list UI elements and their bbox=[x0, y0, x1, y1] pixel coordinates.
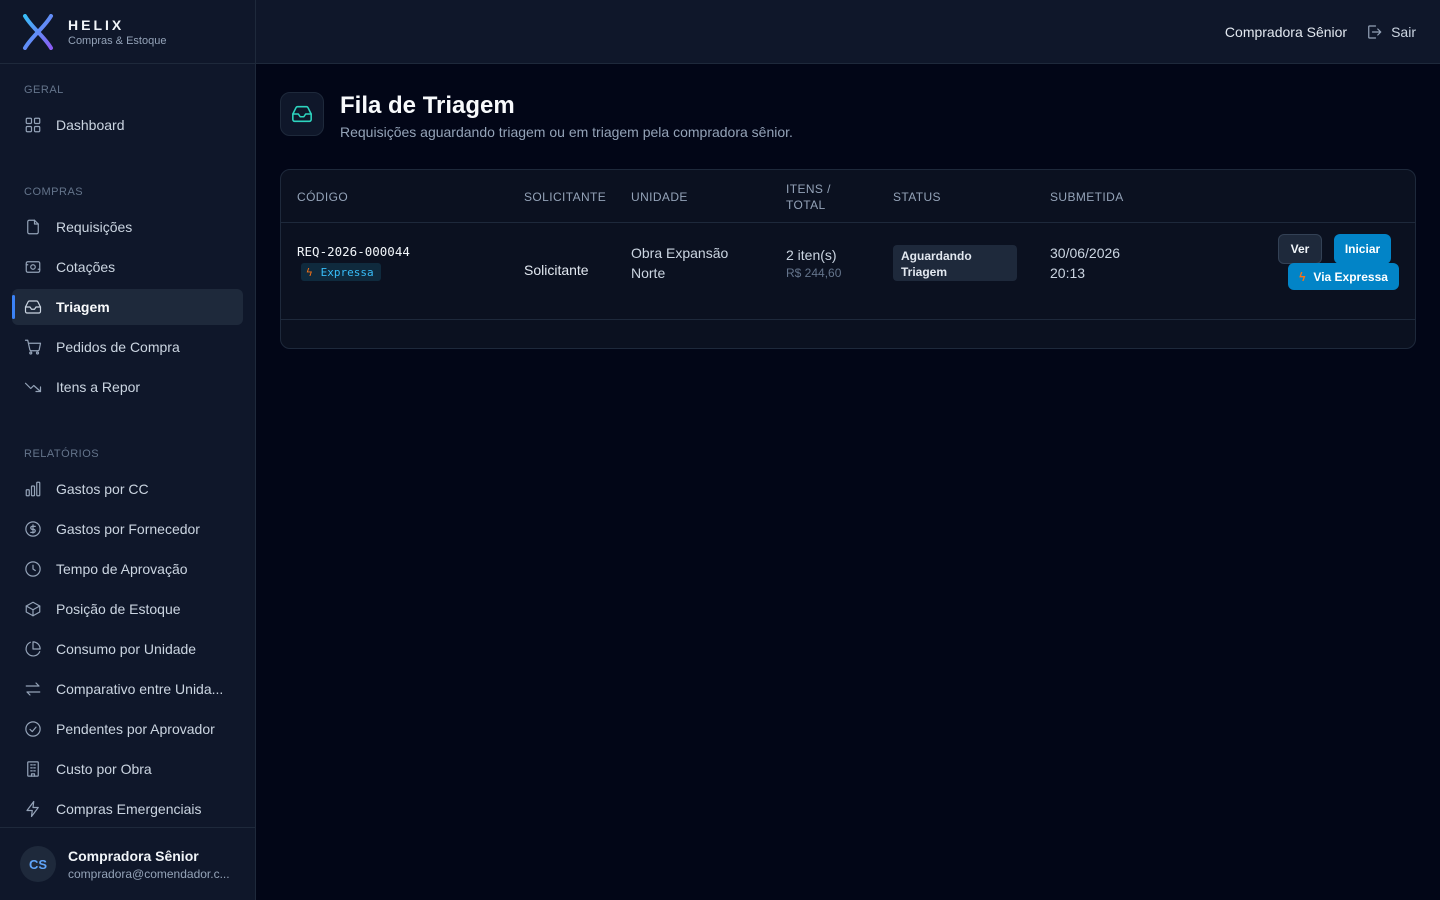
column-header-items-total[interactable]: ITENS / TOTAL bbox=[786, 170, 831, 223]
sidebar-item-cotacoes[interactable]: Cotações bbox=[12, 249, 243, 285]
sidebar-item-dashboard[interactable]: Dashboard bbox=[12, 107, 243, 143]
view-button[interactable]: Ver bbox=[1278, 234, 1322, 264]
column-header-submitted[interactable]: SUBMETIDA bbox=[1050, 170, 1124, 223]
sidebar-item-custo-por-obra[interactable]: Custo por Obra bbox=[12, 751, 243, 787]
main-content: Fila de Triagem Requisições aguardando t… bbox=[280, 92, 1416, 349]
dollar-circle-icon bbox=[25, 521, 41, 537]
sidebar-item-label: Tempo de Aprovação bbox=[56, 561, 188, 577]
items-total: R$ 244,60 bbox=[786, 266, 842, 280]
sidebar: HELIX Compras & Estoque GERAL Dashboard … bbox=[0, 0, 256, 900]
sidebar-item-pedidos-de-compra[interactable]: Pedidos de Compra bbox=[12, 329, 243, 365]
clock-icon bbox=[25, 561, 41, 577]
section-label-compras: COMPRAS bbox=[24, 186, 84, 198]
arrows-icon bbox=[25, 682, 41, 696]
sidebar-item-label: Triagem bbox=[56, 299, 110, 315]
user-name: Compradora Sênior bbox=[68, 847, 199, 864]
helix-logo-icon bbox=[23, 13, 53, 50]
file-icon bbox=[27, 219, 39, 235]
triage-table: CÓDIGO SOLICITANTE UNIDADE ITENS / TOTAL… bbox=[280, 169, 1416, 349]
column-header-unit[interactable]: UNIDADE bbox=[631, 170, 688, 223]
unit-name-line2: Norte bbox=[631, 265, 666, 281]
requester-name: Solicitante bbox=[524, 262, 589, 278]
sidebar-item-consumo-por-unidade[interactable]: Consumo por Unidade bbox=[12, 631, 243, 667]
topbar-user-name: Compradora Sênior bbox=[1224, 23, 1348, 40]
logout-label: Sair bbox=[1391, 23, 1416, 40]
page-header-icon bbox=[280, 92, 324, 136]
brand-subtitle: Compras & Estoque bbox=[68, 34, 167, 47]
section-label-relatorios: RELATÓRIOS bbox=[24, 448, 100, 460]
page-title: Fila de Triagem bbox=[340, 92, 515, 119]
page-subtitle: Requisições aguardando triagem ou em tri… bbox=[340, 124, 793, 140]
quote-icon bbox=[25, 261, 41, 273]
sidebar-item-label: Posição de Estoque bbox=[56, 601, 181, 617]
sidebar-item-label: Pedidos de Compra bbox=[56, 339, 180, 355]
sidebar-item-compras-emergenciais[interactable]: Compras Emergenciais bbox=[12, 791, 243, 827]
sidebar-item-label: Gastos por Fornecedor bbox=[56, 521, 200, 537]
page-header: Fila de Triagem Requisições aguardando t… bbox=[280, 92, 1416, 140]
unit-name-line1: Obra Expansão bbox=[631, 245, 729, 261]
sidebar-item-comparativo-entre-unidades[interactable]: Comparativo entre Unida... bbox=[12, 671, 243, 707]
table-row[interactable]: REQ-2026-000044 ϟ Expressa Solicitante O… bbox=[281, 223, 1415, 320]
bar-chart-icon bbox=[25, 481, 41, 497]
zap-icon bbox=[26, 800, 39, 818]
inbox-icon bbox=[292, 105, 312, 123]
grid-icon bbox=[25, 117, 41, 133]
sidebar-item-triagem[interactable]: Triagem bbox=[12, 289, 243, 325]
express-route-button[interactable]: ϟ Via Expressa bbox=[1288, 263, 1399, 290]
sidebar-item-label: Itens a Repor bbox=[56, 379, 141, 395]
sidebar-item-pendentes-por-aprovador[interactable]: Pendentes por Aprovador bbox=[12, 711, 243, 747]
column-header-code[interactable]: CÓDIGO bbox=[297, 170, 348, 223]
building-icon bbox=[27, 761, 39, 777]
user-profile[interactable]: CS Compradora Sênior compradora@comendad… bbox=[0, 827, 255, 900]
trending-down-icon bbox=[24, 382, 42, 393]
zap-icon: ϟ bbox=[306, 265, 313, 279]
submitted-time: 20:13 bbox=[1050, 265, 1086, 281]
sidebar-item-label: Cotações bbox=[56, 259, 116, 275]
box-icon bbox=[25, 601, 41, 617]
sidebar-item-requisicoes[interactable]: Requisições bbox=[12, 209, 243, 245]
logout-icon bbox=[1368, 24, 1382, 39]
brand-name: HELIX bbox=[68, 16, 125, 33]
cart-icon bbox=[24, 339, 42, 355]
logout-button[interactable]: Sair bbox=[1365, 23, 1416, 41]
column-header-items: ITENS / bbox=[786, 181, 831, 196]
zap-icon: ϟ bbox=[1299, 269, 1306, 284]
section-label-geral: GERAL bbox=[24, 84, 64, 96]
user-email: compradora@comendador.c... bbox=[68, 866, 230, 881]
sidebar-item-tempo-de-aprovacao[interactable]: Tempo de Aprovação bbox=[12, 551, 243, 587]
column-header-total: TOTAL bbox=[786, 197, 826, 212]
status-line1: Aguardando bbox=[901, 249, 972, 263]
sidebar-item-label: Gastos por CC bbox=[56, 481, 149, 497]
check-circle-icon bbox=[25, 721, 41, 737]
sidebar-item-label: Compras Emergenciais bbox=[56, 801, 202, 817]
sidebar-item-label: Consumo por Unidade bbox=[56, 641, 197, 657]
sidebar-item-label: Comparativo entre Unida... bbox=[56, 681, 224, 697]
pie-chart-icon bbox=[25, 641, 41, 657]
column-header-requester[interactable]: SOLICITANTE bbox=[524, 170, 606, 223]
express-badge-label: Expressa bbox=[320, 265, 374, 279]
start-triage-button[interactable]: Iniciar bbox=[1334, 234, 1391, 264]
sidebar-item-label: Requisições bbox=[56, 219, 133, 235]
inbox-icon bbox=[24, 300, 42, 314]
sidebar-item-label: Dashboard bbox=[56, 117, 125, 133]
column-header-status[interactable]: STATUS bbox=[893, 170, 941, 223]
status-badge: Aguardando Triagem bbox=[893, 245, 1017, 281]
sidebar-item-label: Custo por Obra bbox=[56, 761, 152, 777]
topbar: Compradora Sênior Sair bbox=[256, 0, 1440, 64]
table-header: CÓDIGO SOLICITANTE UNIDADE ITENS / TOTAL… bbox=[281, 170, 1415, 223]
sidebar-item-gastos-por-cc[interactable]: Gastos por CC bbox=[12, 471, 243, 507]
submitted-date: 30/06/2026 bbox=[1050, 245, 1121, 261]
sidebar-item-posicao-de-estoque[interactable]: Posição de Estoque bbox=[12, 591, 243, 627]
status-line2: Triagem bbox=[901, 265, 948, 279]
express-route-label: Via Expressa bbox=[1313, 269, 1388, 284]
sidebar-item-itens-a-repor[interactable]: Itens a Repor bbox=[12, 369, 243, 405]
avatar: CS bbox=[20, 846, 56, 882]
sidebar-nav: GERAL Dashboard COMPRAS Requisições Cota… bbox=[0, 64, 255, 827]
request-code[interactable]: REQ-2026-000044 bbox=[297, 244, 410, 259]
sidebar-item-gastos-por-fornecedor[interactable]: Gastos por Fornecedor bbox=[12, 511, 243, 547]
sidebar-item-label: Pendentes por Aprovador bbox=[56, 721, 215, 737]
express-badge: ϟ Expressa bbox=[301, 263, 381, 281]
items-count: 2 iten(s) bbox=[786, 247, 837, 263]
brand[interactable]: HELIX Compras & Estoque bbox=[0, 0, 255, 64]
